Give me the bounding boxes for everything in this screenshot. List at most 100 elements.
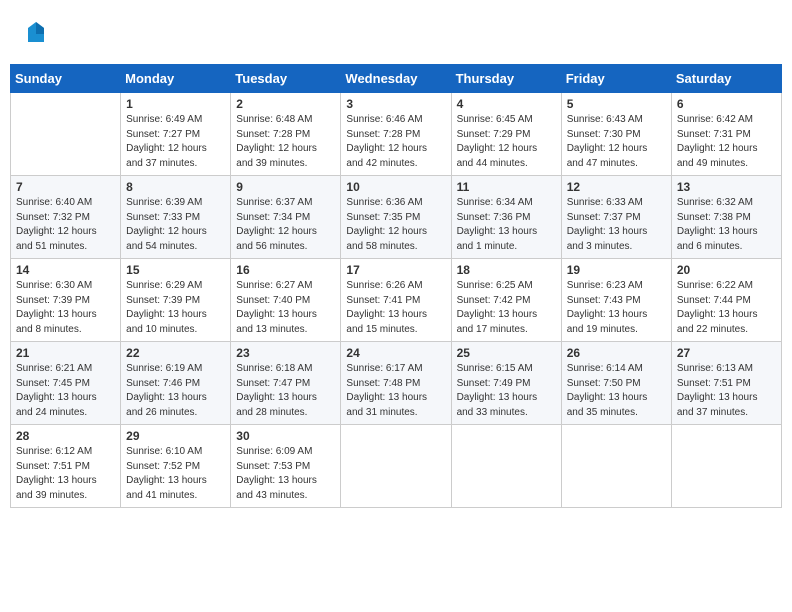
calendar-week-row: 28 Sunrise: 6:12 AMSunset: 7:51 PMDayligh… [11, 425, 782, 508]
day-number: 6 [677, 97, 776, 111]
day-info: Sunrise: 6:18 AMSunset: 7:47 PMDaylight:… [236, 362, 335, 420]
day-info: Sunrise: 6:49 AMSunset: 7:27 PMDaylight:… [126, 113, 225, 171]
day-number: 14 [16, 263, 115, 277]
day-number: 28 [16, 429, 115, 443]
logo-icon [22, 20, 50, 48]
day-info: Sunrise: 6:29 AMSunset: 7:39 PMDaylight:… [126, 279, 225, 337]
day-info: Sunrise: 6:27 AMSunset: 7:40 PMDaylight:… [236, 279, 335, 337]
day-info: Sunrise: 6:12 AMSunset: 7:51 PMDaylight:… [16, 445, 115, 503]
day-info: Sunrise: 6:17 AMSunset: 7:48 PMDaylight:… [346, 362, 445, 420]
day-info: Sunrise: 6:42 AMSunset: 7:31 PMDaylight:… [677, 113, 776, 171]
day-info: Sunrise: 6:13 AMSunset: 7:51 PMDaylight:… [677, 362, 776, 420]
weekday-header: Wednesday [341, 65, 451, 93]
calendar-cell: 12 Sunrise: 6:33 AMSunset: 7:37 PMDayligh… [561, 176, 671, 259]
calendar-cell: 23 Sunrise: 6:18 AMSunset: 7:47 PMDayligh… [231, 342, 341, 425]
day-info: Sunrise: 6:09 AMSunset: 7:53 PMDaylight:… [236, 445, 335, 503]
day-number: 7 [16, 180, 115, 194]
day-number: 12 [567, 180, 666, 194]
day-info: Sunrise: 6:21 AMSunset: 7:45 PMDaylight:… [16, 362, 115, 420]
calendar-cell: 16 Sunrise: 6:27 AMSunset: 7:40 PMDayligh… [231, 259, 341, 342]
day-number: 21 [16, 346, 115, 360]
weekday-header: Tuesday [231, 65, 341, 93]
day-number: 1 [126, 97, 225, 111]
calendar-cell: 17Sunrise: 6:26 AMSunset: 7:41 PMDayligh… [341, 259, 451, 342]
calendar-cell: 1 Sunrise: 6:49 AMSunset: 7:27 PMDaylight… [121, 93, 231, 176]
day-number: 23 [236, 346, 335, 360]
calendar-cell: 25 Sunrise: 6:15 AMSunset: 7:49 PMDayligh… [451, 342, 561, 425]
calendar-cell: 11 Sunrise: 6:34 AMSunset: 7:36 PMDayligh… [451, 176, 561, 259]
day-number: 2 [236, 97, 335, 111]
day-number: 10 [346, 180, 445, 194]
day-info: Sunrise: 6:39 AMSunset: 7:33 PMDaylight:… [126, 196, 225, 254]
calendar-cell: 5Sunrise: 6:43 AMSunset: 7:30 PMDaylight… [561, 93, 671, 176]
logo [20, 20, 50, 54]
day-info: Sunrise: 6:34 AMSunset: 7:36 PMDaylight:… [457, 196, 556, 254]
day-number: 26 [567, 346, 666, 360]
calendar-cell: 9 Sunrise: 6:37 AMSunset: 7:34 PMDaylight… [231, 176, 341, 259]
day-number: 11 [457, 180, 556, 194]
day-number: 18 [457, 263, 556, 277]
calendar-week-row: 1 Sunrise: 6:49 AMSunset: 7:27 PMDaylight… [11, 93, 782, 176]
calendar-cell: 21 Sunrise: 6:21 AMSunset: 7:45 PMDayligh… [11, 342, 121, 425]
calendar-cell: 19 Sunrise: 6:23 AMSunset: 7:43 PMDayligh… [561, 259, 671, 342]
weekday-header: Sunday [11, 65, 121, 93]
logo-text [20, 20, 50, 54]
page-header [10, 10, 782, 60]
day-info: Sunrise: 6:37 AMSunset: 7:34 PMDaylight:… [236, 196, 335, 254]
calendar-cell: 30 Sunrise: 6:09 AMSunset: 7:53 PMDayligh… [231, 425, 341, 508]
day-number: 3 [346, 97, 445, 111]
day-number: 13 [677, 180, 776, 194]
day-number: 15 [126, 263, 225, 277]
calendar-cell [561, 425, 671, 508]
calendar-cell: 20Sunrise: 6:22 AMSunset: 7:44 PMDayligh… [671, 259, 781, 342]
day-info: Sunrise: 6:33 AMSunset: 7:37 PMDaylight:… [567, 196, 666, 254]
calendar-cell: 14 Sunrise: 6:30 AMSunset: 7:39 PMDayligh… [11, 259, 121, 342]
day-number: 16 [236, 263, 335, 277]
calendar-cell: 15 Sunrise: 6:29 AMSunset: 7:39 PMDayligh… [121, 259, 231, 342]
day-info: Sunrise: 6:46 AMSunset: 7:28 PMDaylight:… [346, 113, 445, 171]
day-info: Sunrise: 6:19 AMSunset: 7:46 PMDaylight:… [126, 362, 225, 420]
day-number: 30 [236, 429, 335, 443]
calendar-cell [11, 93, 121, 176]
day-number: 24 [346, 346, 445, 360]
day-number: 25 [457, 346, 556, 360]
calendar-cell: 2 Sunrise: 6:48 AMSunset: 7:28 PMDaylight… [231, 93, 341, 176]
calendar-week-row: 14 Sunrise: 6:30 AMSunset: 7:39 PMDayligh… [11, 259, 782, 342]
calendar-cell: 24 Sunrise: 6:17 AMSunset: 7:48 PMDayligh… [341, 342, 451, 425]
calendar-cell: 10Sunrise: 6:36 AMSunset: 7:35 PMDayligh… [341, 176, 451, 259]
day-number: 29 [126, 429, 225, 443]
day-info: Sunrise: 6:48 AMSunset: 7:28 PMDaylight:… [236, 113, 335, 171]
day-info: Sunrise: 6:15 AMSunset: 7:49 PMDaylight:… [457, 362, 556, 420]
weekday-header: Thursday [451, 65, 561, 93]
calendar-header-row: SundayMondayTuesdayWednesdayThursdayFrid… [11, 65, 782, 93]
calendar-cell: 27 Sunrise: 6:13 AMSunset: 7:51 PMDayligh… [671, 342, 781, 425]
day-number: 19 [567, 263, 666, 277]
day-number: 9 [236, 180, 335, 194]
calendar-cell [451, 425, 561, 508]
calendar-cell: 4Sunrise: 6:45 AMSunset: 7:29 PMDaylight… [451, 93, 561, 176]
day-info: Sunrise: 6:32 AMSunset: 7:38 PMDaylight:… [677, 196, 776, 254]
calendar-cell [341, 425, 451, 508]
calendar-cell: 22 Sunrise: 6:19 AMSunset: 7:46 PMDayligh… [121, 342, 231, 425]
day-info: Sunrise: 6:26 AMSunset: 7:41 PMDaylight:… [346, 279, 445, 337]
calendar-week-row: 7Sunrise: 6:40 AMSunset: 7:32 PMDaylight… [11, 176, 782, 259]
calendar-cell [671, 425, 781, 508]
day-number: 22 [126, 346, 225, 360]
calendar-cell: 28 Sunrise: 6:12 AMSunset: 7:51 PMDayligh… [11, 425, 121, 508]
day-number: 4 [457, 97, 556, 111]
day-info: Sunrise: 6:30 AMSunset: 7:39 PMDaylight:… [16, 279, 115, 337]
day-number: 27 [677, 346, 776, 360]
calendar-cell: 26Sunrise: 6:14 AMSunset: 7:50 PMDayligh… [561, 342, 671, 425]
calendar-table: SundayMondayTuesdayWednesdayThursdayFrid… [10, 64, 782, 508]
day-info: Sunrise: 6:23 AMSunset: 7:43 PMDaylight:… [567, 279, 666, 337]
day-number: 8 [126, 180, 225, 194]
calendar-cell: 29 Sunrise: 6:10 AMSunset: 7:52 PMDayligh… [121, 425, 231, 508]
weekday-header: Friday [561, 65, 671, 93]
calendar-week-row: 21 Sunrise: 6:21 AMSunset: 7:45 PMDayligh… [11, 342, 782, 425]
weekday-header: Saturday [671, 65, 781, 93]
calendar-cell: 6 Sunrise: 6:42 AMSunset: 7:31 PMDaylight… [671, 93, 781, 176]
day-info: Sunrise: 6:10 AMSunset: 7:52 PMDaylight:… [126, 445, 225, 503]
day-info: Sunrise: 6:22 AMSunset: 7:44 PMDaylight:… [677, 279, 776, 337]
calendar-cell: 7Sunrise: 6:40 AMSunset: 7:32 PMDaylight… [11, 176, 121, 259]
calendar-cell: 3 Sunrise: 6:46 AMSunset: 7:28 PMDaylight… [341, 93, 451, 176]
